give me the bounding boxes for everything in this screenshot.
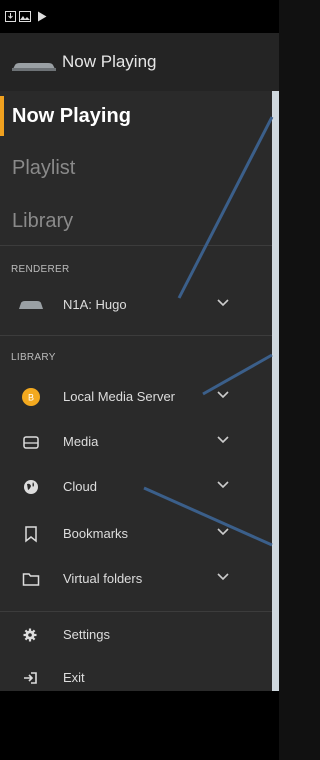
annotation-lines <box>143 116 274 547</box>
